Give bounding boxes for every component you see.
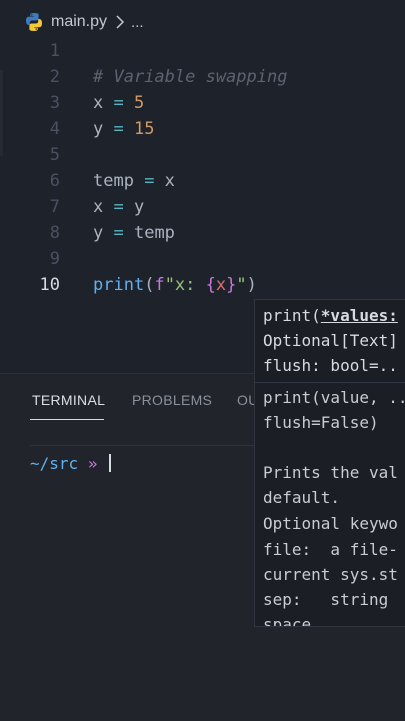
prompt-path: ~/src — [30, 454, 79, 473]
code-fstring-prefix: f — [154, 275, 165, 295]
code-paren: ( — [144, 275, 155, 295]
code-function: print — [93, 275, 145, 295]
code-line[interactable]: 7 x = y — [0, 194, 405, 220]
code-line[interactable]: 3 x = 5 — [0, 90, 405, 116]
line-number: 4 — [49, 119, 60, 139]
doc-line: Prints the val — [263, 463, 398, 482]
doc-line: space. — [263, 615, 321, 627]
code-operator: = — [133, 171, 165, 191]
code-identifier: x — [93, 197, 104, 217]
signature-active-param: *values: — [320, 306, 398, 325]
code-line[interactable]: 9 — [0, 246, 405, 272]
code-comment: # Variable swapping — [93, 67, 288, 87]
terminal-prompt[interactable]: ~/src » — [30, 454, 112, 473]
code-line-active[interactable]: 10 print(f"x: {x}") — [0, 272, 405, 298]
code-number: 5 — [133, 93, 145, 113]
doc-line: Optional keywo — [263, 514, 398, 533]
doc-line: print(value, .. — [263, 388, 405, 407]
line-number: 3 — [49, 93, 60, 113]
prompt-arrow: » — [87, 454, 98, 473]
code-line[interactable]: 6 temp = x — [0, 168, 405, 194]
line-number: 1 — [49, 41, 60, 61]
tab-problems[interactable]: PROBLEMS — [132, 392, 212, 408]
code-paren: ) — [246, 275, 257, 295]
code-line[interactable]: 5 — [0, 142, 405, 168]
code-identifier: y — [93, 223, 104, 243]
tooltip-divider — [255, 382, 405, 383]
doc-line: default. — [263, 488, 379, 507]
code-line[interactable]: 8 y = temp — [0, 220, 405, 246]
line-number: 7 — [49, 197, 60, 217]
doc-line: flush=False) — [263, 413, 379, 432]
line-number: 5 — [49, 145, 60, 165]
code-brace: } — [226, 275, 237, 295]
hover-tooltip: print(*values: Optional[Text] flush: boo… — [254, 299, 405, 627]
code-line[interactable]: 2 # Variable swapping — [0, 64, 405, 90]
code-operator: = — [103, 93, 134, 113]
code-line[interactable]: 1 — [0, 38, 405, 64]
breadcrumb-more[interactable]: ... — [131, 14, 144, 31]
code-number: 15 — [133, 119, 155, 139]
tab-terminal[interactable]: TERMINAL — [32, 392, 105, 408]
code-identifier: y — [93, 119, 104, 139]
active-tab-indicator — [30, 419, 104, 420]
line-number: 10 — [39, 275, 60, 295]
code-string: " — [236, 275, 247, 295]
code-identifier: y — [133, 197, 145, 217]
chevron-right-icon — [116, 15, 125, 29]
line-number: 8 — [49, 223, 60, 243]
code-operator: = — [103, 223, 134, 243]
code-identifier: temp — [93, 171, 134, 191]
breadcrumb-file[interactable]: main.py — [51, 13, 107, 31]
doc-line: sep: string — [263, 590, 398, 609]
signature-line: print(*values: — [263, 306, 398, 325]
doc-line: file: a file- — [263, 540, 398, 559]
code-identifier: x — [215, 275, 227, 295]
code-line[interactable]: 4 y = 15 — [0, 116, 405, 142]
line-number: 2 — [49, 67, 60, 87]
code-identifier: x — [93, 93, 104, 113]
code-identifier: temp — [133, 223, 175, 243]
doc-line: current sys.st — [263, 565, 398, 584]
terminal-cursor — [109, 454, 112, 472]
signature-line: Optional[Text] — [263, 331, 398, 350]
line-number: 6 — [49, 171, 60, 191]
code-operator: = — [103, 119, 134, 139]
code-identifier: x — [164, 171, 175, 191]
code-operator: = — [103, 197, 134, 217]
python-icon — [26, 13, 42, 31]
signature-line: flush: bool=.. — [263, 356, 398, 375]
code-string: "x: — [164, 275, 206, 295]
line-number: 9 — [49, 249, 60, 269]
code-brace: { — [205, 275, 216, 295]
